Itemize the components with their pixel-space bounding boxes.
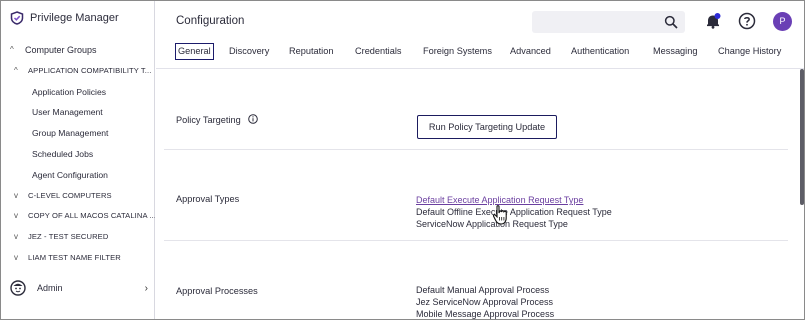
app-name: Privilege Manager	[30, 12, 119, 24]
tab-general[interactable]: General	[175, 43, 214, 60]
chevron-down-icon: v	[14, 190, 18, 200]
search-icon[interactable]	[664, 15, 678, 29]
chevron-down-icon: v	[14, 211, 18, 221]
general-settings-panel: Policy Targeting Run Policy Targeting Up…	[156, 70, 804, 319]
sidebar-item-label: COPY OF ALL MACOS CATALINA ...	[28, 211, 155, 221]
sidebar-item-application-compatibility[interactable]: ^ APPLICATION COMPATIBILITY T...	[1, 61, 155, 82]
sidebar-item-label: Group Management	[32, 128, 109, 139]
tab-authentication[interactable]: Authentication	[571, 41, 629, 61]
sidebar: Privilege Manager ^ Computer Groups ^ AP…	[1, 1, 155, 319]
chevron-up-icon: ^	[10, 45, 14, 54]
sidebar-item-scheduled-jobs[interactable]: Scheduled Jobs	[1, 144, 155, 165]
bell-notification-icon[interactable]	[704, 12, 722, 30]
sidebar-item-group-management[interactable]: Group Management	[1, 123, 155, 144]
header: Configuration P General Discovery Reputa…	[156, 1, 804, 69]
tab-reputation[interactable]: Reputation	[289, 41, 333, 61]
tab-advanced[interactable]: Advanced	[510, 41, 551, 61]
sidebar-item-agent-configuration[interactable]: Agent Configuration	[1, 165, 155, 186]
sidebar-item-label: Computer Groups	[25, 45, 97, 55]
sidebar-item-application-policies[interactable]: Application Policies	[1, 82, 155, 103]
sidebar-item-label: C-LEVEL COMPUTERS	[28, 190, 112, 200]
sidebar-item-jez-test-secured[interactable]: v JEZ - TEST SECURED	[1, 227, 155, 248]
sidebar-item-copy-of-all-macos[interactable]: v COPY OF ALL MACOS CATALINA ...	[1, 206, 155, 227]
user-avatar-icon	[10, 280, 26, 296]
tab-credentials[interactable]: Credentials	[355, 41, 401, 61]
approval-types-list: Default Execute Application Request Type…	[416, 194, 612, 231]
approval-type-link[interactable]: ServiceNow Application Request Type	[416, 218, 612, 230]
sidebar-item-label: Agent Configuration	[32, 169, 108, 180]
hand-pointer-cursor-icon	[492, 205, 507, 225]
divider	[164, 240, 788, 241]
sidebar-item-label: Scheduled Jobs	[32, 148, 94, 159]
sidebar-item-label: LIAM TEST NAME FILTER	[28, 252, 121, 262]
sidebar-item-liam-test-name-filter[interactable]: v LIAM TEST NAME FILTER	[1, 248, 155, 269]
chevron-down-icon: v	[14, 232, 18, 242]
user-avatar[interactable]: P	[773, 12, 792, 31]
sidebar-item-computer-groups[interactable]: ^ Computer Groups	[1, 40, 155, 61]
policy-targeting-row-label: Policy Targeting	[176, 114, 259, 125]
approval-process-link[interactable]: Mobile Message Approval Process	[416, 308, 554, 319]
tab-change-history[interactable]: Change History	[718, 41, 781, 61]
shield-check-logo-icon	[10, 11, 24, 25]
sidebar-item-label: Application Policies	[32, 86, 107, 97]
chevron-right-icon: ›	[144, 282, 148, 294]
approval-type-link[interactable]: Default Execute Application Request Type	[416, 194, 612, 206]
tab-messaging[interactable]: Messaging	[653, 41, 697, 61]
sidebar-item-label: JEZ - TEST SECURED	[28, 232, 109, 242]
policy-targeting-label: Policy Targeting	[176, 115, 241, 125]
info-icon[interactable]	[248, 114, 259, 124]
scrollbar[interactable]	[800, 69, 804, 205]
divider	[164, 149, 788, 150]
admin-label: Admin	[37, 283, 63, 293]
tab-discovery[interactable]: Discovery	[229, 41, 269, 61]
tab-bar: General Discovery Reputation Credentials…	[156, 41, 804, 61]
chevron-up-icon: ^	[14, 65, 18, 75]
approval-process-link[interactable]: Jez ServiceNow Approval Process	[416, 296, 554, 308]
search-input[interactable]	[532, 11, 685, 33]
tab-foreign-systems[interactable]: Foreign Systems	[423, 41, 492, 61]
approval-process-link[interactable]: Default Manual Approval Process	[416, 284, 554, 296]
approval-type-link[interactable]: Default Offline Execute Application Requ…	[416, 206, 612, 218]
page-title: Configuration	[176, 15, 245, 27]
app-window: Privilege Manager ^ Computer Groups ^ AP…	[0, 0, 805, 320]
chevron-down-icon: v	[14, 252, 18, 262]
run-policy-targeting-update-button[interactable]: Run Policy Targeting Update	[417, 115, 557, 139]
admin-menu[interactable]: Admin ›	[1, 277, 154, 299]
help-icon[interactable]	[738, 12, 756, 30]
sidebar-tree: ^ Computer Groups ^ APPLICATION COMPATIB…	[1, 40, 155, 269]
sidebar-item-user-management[interactable]: User Management	[1, 102, 155, 123]
brand[interactable]: Privilege Manager	[10, 10, 119, 26]
sidebar-item-c-level-computers[interactable]: v C-LEVEL COMPUTERS	[1, 186, 155, 207]
approval-processes-label: Approval Processes	[176, 286, 258, 296]
approval-processes-list: Default Manual Approval Process Jez Serv…	[416, 284, 554, 319]
sidebar-item-label: APPLICATION COMPATIBILITY T...	[28, 65, 152, 75]
sidebar-item-label: User Management	[32, 107, 103, 118]
approval-types-label: Approval Types	[176, 194, 240, 204]
